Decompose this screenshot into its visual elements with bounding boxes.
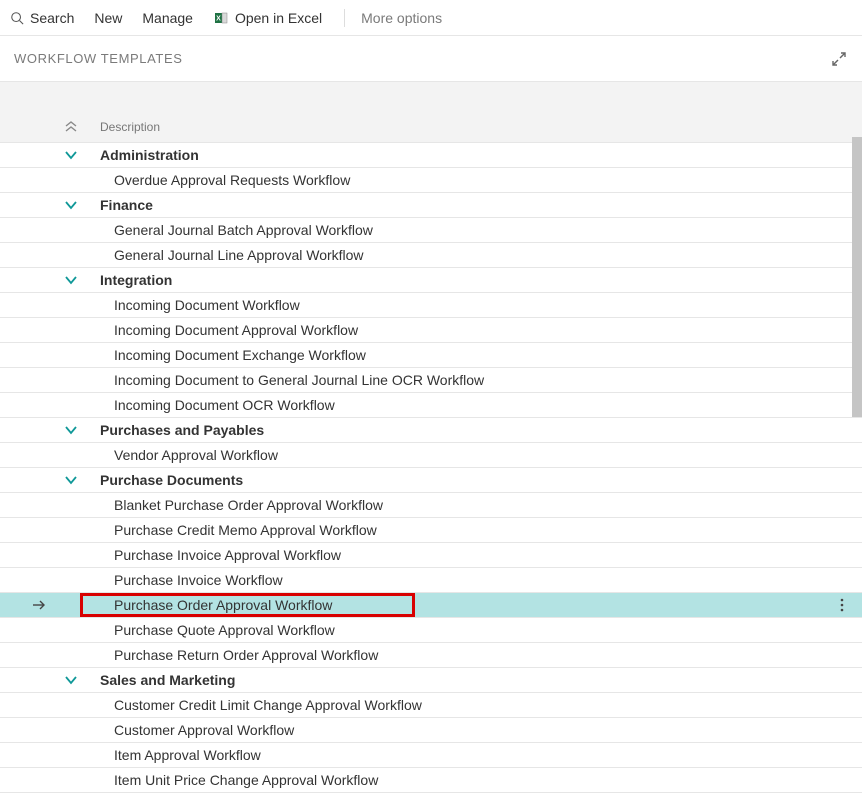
chevron-down-icon[interactable] <box>64 148 78 162</box>
list-item[interactable]: Incoming Document OCR Workflow <box>0 393 862 418</box>
collapse-all-icon[interactable] <box>64 120 78 134</box>
list-item[interactable]: General Journal Batch Approval Workflow <box>0 218 862 243</box>
list-item[interactable]: Purchase Invoice Workflow <box>0 568 862 593</box>
item-label: Purchase Return Order Approval Workflow <box>82 647 822 663</box>
list-item[interactable]: Incoming Document to General Journal Lin… <box>0 368 862 393</box>
open-excel-label: Open in Excel <box>235 10 322 26</box>
list-item[interactable]: Purchase Quote Approval Workflow <box>0 618 862 643</box>
chevron-down-icon[interactable] <box>64 423 78 437</box>
item-label: Purchase Invoice Workflow <box>82 572 822 588</box>
chevron-down-icon[interactable] <box>64 198 78 212</box>
item-label: General Journal Line Approval Workflow <box>82 247 822 263</box>
group-label: Finance <box>82 197 822 213</box>
group-label: Purchases and Payables <box>82 422 822 438</box>
content-area: Description Administration Overdue Approv… <box>0 82 862 783</box>
manage-button[interactable]: Manage <box>142 10 193 26</box>
list-item[interactable]: Purchase Invoice Approval Workflow <box>0 543 862 568</box>
group-label: Purchase Documents <box>82 472 822 488</box>
expand-icon <box>830 50 848 68</box>
chevron-down-icon[interactable] <box>64 673 78 687</box>
new-label: New <box>94 10 122 26</box>
group-row[interactable]: Purchase Documents <box>0 468 862 493</box>
more-options-button[interactable]: More options <box>361 10 442 26</box>
item-label: Overdue Approval Requests Workflow <box>82 172 822 188</box>
column-description[interactable]: Description <box>82 120 160 134</box>
list-item[interactable]: Overdue Approval Requests Workflow <box>0 168 862 193</box>
list-item[interactable]: Incoming Document Workflow <box>0 293 862 318</box>
chevron-down-icon[interactable] <box>64 273 78 287</box>
list-item[interactable]: Incoming Document Approval Workflow <box>0 318 862 343</box>
more-options-label: More options <box>361 10 442 26</box>
group-row[interactable]: Finance <box>0 193 862 218</box>
new-button[interactable]: New <box>94 10 122 26</box>
list-item[interactable]: Purchase Order Approval Workflow <box>0 593 862 618</box>
group-label: Integration <box>82 272 822 288</box>
list: Administration Overdue Approval Requests … <box>0 142 862 793</box>
scrollbar[interactable] <box>852 137 862 417</box>
group-row[interactable]: Administration <box>0 143 862 168</box>
item-label: Purchase Order Approval Workflow <box>82 597 822 613</box>
item-label: Item Unit Price Change Approval Workflow <box>82 772 822 788</box>
item-label: Purchase Credit Memo Approval Workflow <box>82 522 822 538</box>
list-item[interactable]: Purchase Return Order Approval Workflow <box>0 643 862 668</box>
item-label: Vendor Approval Workflow <box>82 447 822 463</box>
item-label: Incoming Document Approval Workflow <box>82 322 822 338</box>
current-row-icon <box>31 597 47 613</box>
page-title-bar: WORKFLOW TEMPLATES <box>0 36 862 82</box>
group-row[interactable]: Sales and Marketing <box>0 668 862 693</box>
svg-text:X: X <box>216 15 221 22</box>
more-actions-icon[interactable] <box>840 598 844 612</box>
page-title: WORKFLOW TEMPLATES <box>14 51 183 66</box>
item-label: General Journal Batch Approval Workflow <box>82 222 822 238</box>
search-icon <box>10 11 24 25</box>
toolbar-divider <box>344 9 345 27</box>
search-button[interactable]: Search <box>10 10 74 26</box>
chevron-down-icon[interactable] <box>64 473 78 487</box>
list-item[interactable]: Customer Approval Workflow <box>0 718 862 743</box>
search-label: Search <box>30 10 74 26</box>
item-label: Purchase Quote Approval Workflow <box>82 622 822 638</box>
list-item[interactable]: Item Approval Workflow <box>0 743 862 768</box>
list-item[interactable]: General Journal Line Approval Workflow <box>0 243 862 268</box>
excel-icon: X <box>213 10 229 26</box>
item-label: Customer Approval Workflow <box>82 722 822 738</box>
list-item[interactable]: Blanket Purchase Order Approval Workflow <box>0 493 862 518</box>
item-label: Incoming Document Exchange Workflow <box>82 347 822 363</box>
column-header: Description <box>0 112 862 142</box>
list-item[interactable]: Customer Credit Limit Change Approval Wo… <box>0 693 862 718</box>
list-item[interactable]: Vendor Approval Workflow <box>0 443 862 468</box>
open-in-excel-button[interactable]: X Open in Excel <box>213 10 322 26</box>
list-item[interactable]: Item Unit Price Change Approval Workflow <box>0 768 862 793</box>
list-item[interactable]: Incoming Document Exchange Workflow <box>0 343 862 368</box>
list-item[interactable]: Purchase Credit Memo Approval Workflow <box>0 518 862 543</box>
item-label: Blanket Purchase Order Approval Workflow <box>82 497 822 513</box>
item-label: Incoming Document to General Journal Lin… <box>82 372 822 388</box>
toolbar: Search New Manage X Open in Excel More o… <box>0 0 862 36</box>
group-row[interactable]: Purchases and Payables <box>0 418 862 443</box>
group-label: Administration <box>82 147 822 163</box>
expand-button[interactable] <box>830 50 848 68</box>
item-label: Purchase Invoice Approval Workflow <box>82 547 822 563</box>
manage-label: Manage <box>142 10 193 26</box>
group-row[interactable]: Integration <box>0 268 862 293</box>
item-label: Item Approval Workflow <box>82 747 822 763</box>
item-label: Customer Credit Limit Change Approval Wo… <box>82 697 822 713</box>
item-label: Incoming Document Workflow <box>82 297 822 313</box>
group-label: Sales and Marketing <box>82 672 822 688</box>
item-label: Incoming Document OCR Workflow <box>82 397 822 413</box>
